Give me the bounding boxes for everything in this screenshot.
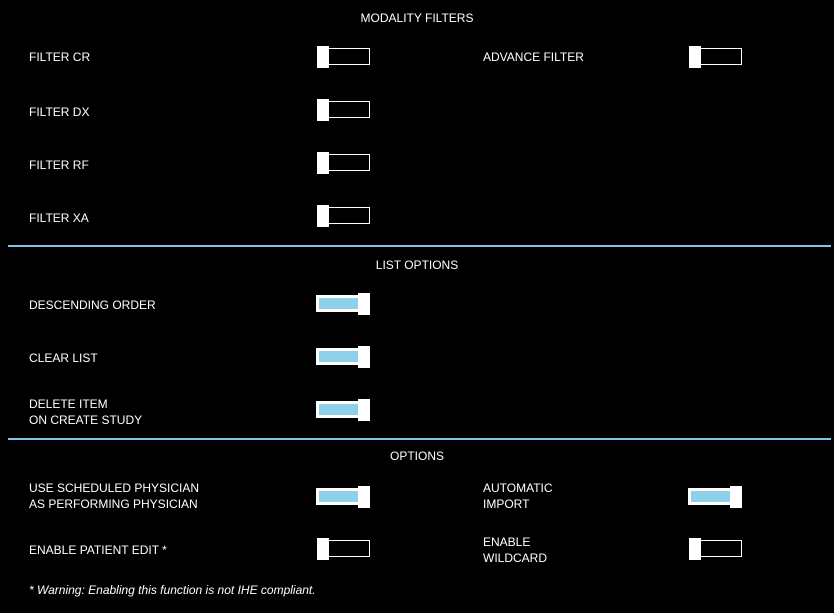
enable-wildcard-toggle[interactable] — [689, 538, 743, 560]
automatic-import-label-line2: IMPORT — [483, 497, 530, 511]
filter-rf-toggle[interactable] — [317, 152, 371, 174]
delete-item-label-line2: ON CREATE STUDY — [29, 413, 143, 427]
filter-dx-toggle[interactable] — [317, 99, 371, 121]
enable-wildcard-label-line1: ENABLE — [483, 535, 531, 549]
toggle-knob[interactable] — [689, 538, 701, 560]
filter-dx-label: FILTER DX — [29, 105, 90, 119]
toggle-knob[interactable] — [689, 46, 701, 68]
filter-xa-toggle[interactable] — [317, 205, 371, 227]
clear-list-label: CLEAR LIST — [29, 351, 98, 365]
section-divider — [8, 438, 831, 440]
toggle-knob[interactable] — [358, 486, 370, 508]
modality-filters-title: MODALITY FILTERS — [360, 11, 474, 25]
filter-xa-label: FILTER XA — [29, 211, 89, 225]
ihe-warning-text: * Warning: Enabling this function is not… — [29, 583, 316, 597]
delete-item-toggle[interactable] — [316, 399, 370, 421]
options-title: OPTIONS — [389, 449, 444, 463]
toggle-knob[interactable] — [358, 399, 370, 421]
descending-order-label: DESCENDING ORDER — [29, 298, 156, 312]
use-scheduled-label-line1: USE SCHEDULED PHYSICIAN — [29, 481, 200, 495]
toggle-knob[interactable] — [317, 538, 329, 560]
automatic-import-toggle[interactable] — [688, 486, 742, 508]
enable-patient-edit-label: ENABLE PATIENT EDIT * — [29, 543, 167, 557]
descending-order-toggle[interactable] — [316, 293, 370, 315]
filter-cr-toggle[interactable] — [317, 46, 371, 68]
toggle-knob[interactable] — [730, 486, 742, 508]
delete-item-label-line1: DELETE ITEM — [29, 397, 108, 411]
use-scheduled-label-line2: AS PERFORMING PHYSICIAN — [29, 497, 198, 511]
filter-cr-label: FILTER CR — [29, 50, 91, 64]
toggle-knob[interactable] — [358, 293, 370, 315]
toggle-knob[interactable] — [317, 152, 329, 174]
toggle-knob[interactable] — [317, 99, 329, 121]
clear-list-toggle[interactable] — [316, 346, 370, 368]
advance-filter-label: ADVANCE FILTER — [483, 50, 584, 64]
toggle-knob[interactable] — [317, 46, 329, 68]
list-options-title: LIST OPTIONS — [375, 258, 459, 272]
filter-rf-label: FILTER RF — [29, 158, 89, 172]
enable-patient-edit-toggle[interactable] — [317, 538, 371, 560]
toggle-knob[interactable] — [358, 346, 370, 368]
toggle-knob[interactable] — [317, 205, 329, 227]
use-scheduled-physician-toggle[interactable] — [316, 486, 370, 508]
automatic-import-label-line1: AUTOMATIC — [483, 481, 553, 495]
section-divider — [8, 245, 831, 247]
enable-wildcard-label-line2: WILDCARD — [483, 551, 548, 565]
advance-filter-toggle[interactable] — [689, 46, 743, 68]
